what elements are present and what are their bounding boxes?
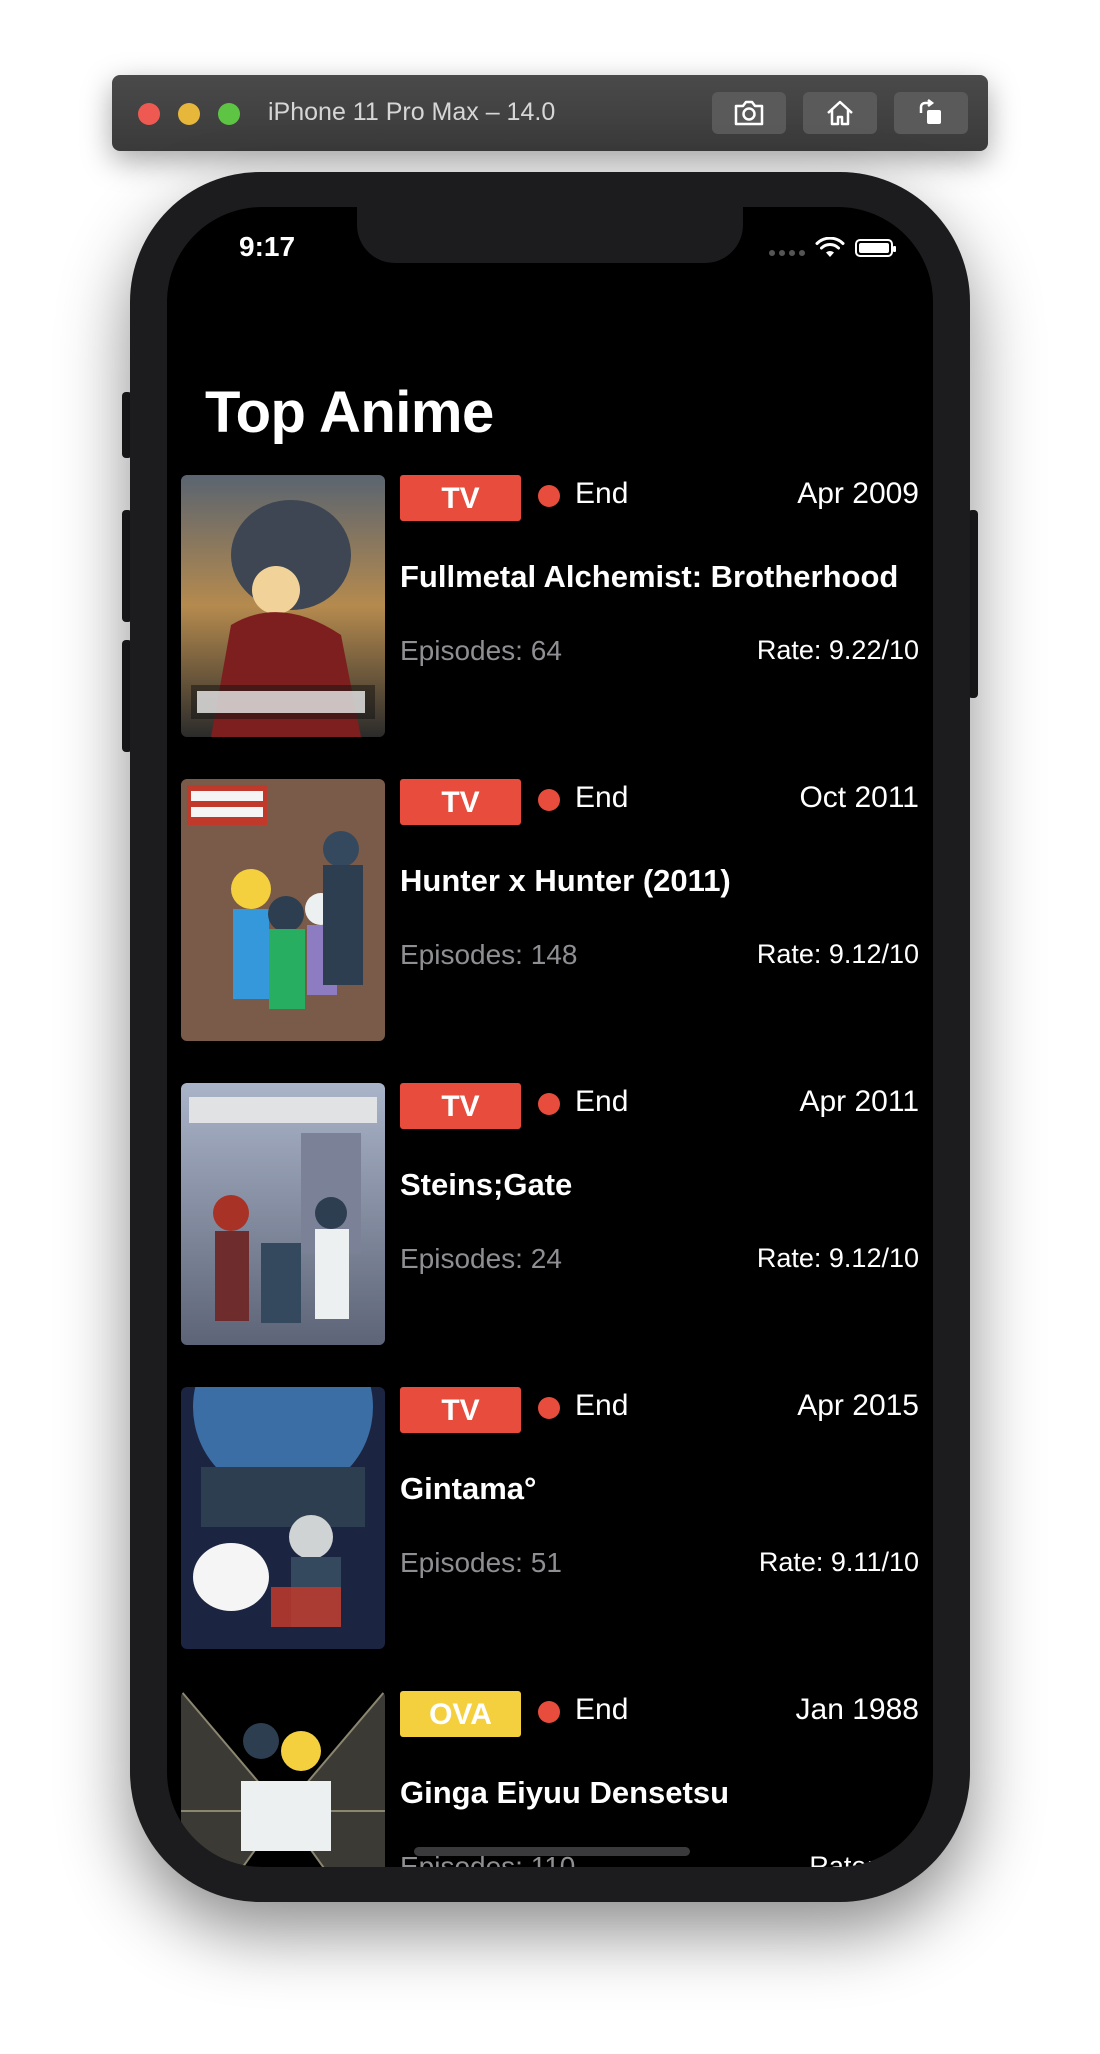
anime-title: Hunter x Hunter (2011): [400, 863, 731, 898]
notch: [357, 207, 743, 263]
episode-count: Episodes: 51: [400, 1547, 562, 1578]
anime-title: Fullmetal Alchemist: Brotherhood: [400, 559, 899, 594]
screenshot-button[interactable]: [712, 92, 786, 134]
home-indicator[interactable]: [414, 1847, 690, 1856]
rating: Rate: 9.0: [809, 1851, 919, 1867]
simulator-window: iPhone 11 Pro Max – 14.0 9:17 Top Anime …: [0, 0, 1100, 2054]
rating: Rate: 9.12/10: [756, 939, 919, 969]
poster-image: [181, 475, 385, 737]
list-item[interactable]: TV End Apr 2009 Fullmetal Alchemist: Bro…: [167, 475, 933, 779]
airing-status: End: [575, 1693, 629, 1726]
list-item[interactable]: OVA End Jan 1988 Ginga Eiyuu Densetsu Ep…: [167, 1691, 933, 1867]
list-item[interactable]: TV End Apr 2011 Steins;Gate Episodes: 24…: [167, 1083, 933, 1387]
poster-image: [181, 779, 385, 1041]
home-icon: [827, 100, 853, 126]
list-item[interactable]: TV End Oct 2011 Hunter x Hunter (2011) E…: [167, 779, 933, 1083]
anime-title: Gintama°: [400, 1471, 537, 1506]
close-window-button[interactable]: [138, 103, 160, 125]
rotate-button[interactable]: [894, 92, 968, 134]
signal-icon: [769, 240, 805, 256]
type-badge: OVA: [400, 1691, 521, 1737]
rating: Rate: 9.22/10: [756, 635, 919, 665]
start-date: Apr 2009: [797, 477, 919, 510]
start-date: Jan 1988: [795, 1693, 919, 1726]
rating: Rate: 9.11/10: [758, 1547, 919, 1577]
airing-status: End: [575, 477, 629, 510]
status-dot-icon: [538, 1093, 560, 1115]
type-badge: TV: [400, 475, 521, 521]
wifi-icon: [815, 237, 845, 257]
poster-image: [181, 1083, 385, 1345]
airing-status: End: [575, 1085, 629, 1118]
status-dot-icon: [538, 789, 560, 811]
episode-count: Episodes: 64: [400, 635, 562, 666]
screenshot-icon: [734, 100, 764, 126]
battery-icon: [855, 239, 896, 257]
status-dot-icon: [538, 1701, 560, 1723]
type-badge: TV: [400, 779, 521, 825]
start-date: Apr 2011: [799, 1085, 919, 1118]
simulator-titlebar: iPhone 11 Pro Max – 14.0: [112, 75, 988, 151]
status-dot-icon: [538, 1397, 560, 1419]
iphone-device-frame: 9:17 Top Anime TV End Apr 2009 Fullmetal…: [130, 172, 970, 1902]
episode-count: Episodes: 148: [400, 939, 578, 970]
start-date: Oct 2011: [799, 781, 919, 814]
start-date: Apr 2015: [797, 1389, 919, 1422]
airing-status: End: [575, 781, 629, 814]
poster-image: [181, 1387, 385, 1649]
home-button[interactable]: [803, 92, 877, 134]
anime-title: Ginga Eiyuu Densetsu: [400, 1775, 730, 1810]
status-dot-icon: [538, 485, 560, 507]
list-item[interactable]: TV End Apr 2015 Gintama° Episodes: 51 Ra…: [167, 1387, 933, 1691]
episode-count: Episodes: 24: [400, 1243, 562, 1274]
poster-image: [181, 1691, 385, 1867]
rotate-icon: [919, 99, 941, 124]
rating: Rate: 9.12/10: [756, 1243, 919, 1273]
page-title: Top Anime: [205, 380, 494, 445]
type-badge: TV: [400, 1387, 521, 1433]
type-badge: TV: [400, 1083, 521, 1129]
zoom-window-button[interactable]: [218, 103, 240, 125]
device-screen: 9:17 Top Anime TV End Apr 2009 Fullmetal…: [167, 207, 933, 1867]
status-icons: [769, 237, 896, 259]
status-time: 9:17: [239, 231, 296, 262]
simulator-title: iPhone 11 Pro Max – 14.0: [268, 98, 556, 126]
anime-title: Steins;Gate: [400, 1167, 573, 1202]
airing-status: End: [575, 1389, 629, 1422]
minimize-window-button[interactable]: [178, 103, 200, 125]
anime-list[interactable]: TV End Apr 2009 Fullmetal Alchemist: Bro…: [167, 475, 933, 1867]
